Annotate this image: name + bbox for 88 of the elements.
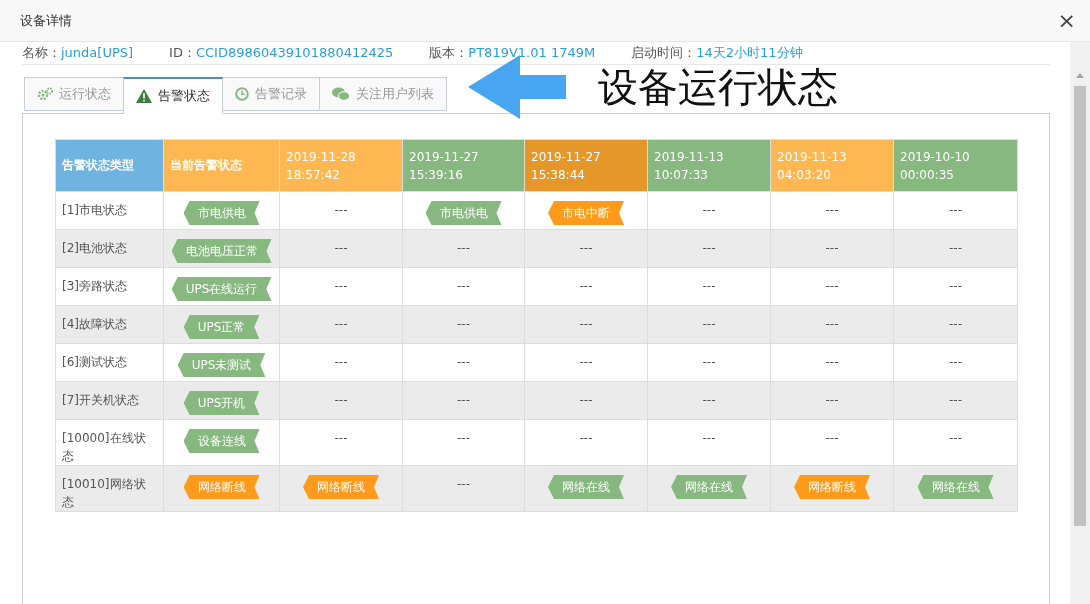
status-tag: 市电供电 bbox=[425, 201, 502, 225]
status-tag: 市电中断 bbox=[548, 201, 624, 225]
table-cell: --- bbox=[279, 229, 403, 268]
table-cell: --- bbox=[893, 191, 1018, 230]
table-cell: --- bbox=[647, 191, 771, 230]
table-cell: --- bbox=[893, 229, 1018, 268]
warning-icon bbox=[136, 89, 152, 103]
status-tag: 电池电压正常 bbox=[171, 239, 272, 263]
table-cell: --- bbox=[770, 267, 894, 306]
row-label: [3]旁路状态 bbox=[55, 267, 164, 306]
table-cell: --- bbox=[402, 305, 525, 344]
status-tag: 设备连线 bbox=[183, 429, 260, 453]
column-header: 2019-11-27 15:39:16 bbox=[402, 139, 525, 192]
row-label: [7]开关机状态 bbox=[55, 381, 164, 420]
column-header: 当前告警状态 bbox=[163, 139, 280, 192]
table-cell: --- bbox=[647, 229, 771, 268]
info-text: 名称：junda[UPS] bbox=[22, 44, 134, 62]
info-text: 启动时间：14天2小时11分钟 bbox=[631, 44, 803, 62]
table-cell: --- bbox=[402, 343, 525, 382]
table-cell: --- bbox=[647, 267, 771, 306]
status-tag: 网络在线 bbox=[917, 475, 994, 499]
status-tag: 网络在线 bbox=[548, 475, 624, 499]
status-tag: UPS在线运行 bbox=[171, 277, 272, 301]
clock-icon bbox=[235, 87, 249, 101]
table-cell: --- bbox=[279, 343, 403, 382]
column-header: 2019-11-13 04:03:20 bbox=[770, 139, 894, 192]
status-tag: 市电供电 bbox=[183, 201, 260, 225]
table-cell: --- bbox=[402, 381, 525, 420]
table-cell: --- bbox=[524, 229, 648, 268]
status-tag: UPS正常 bbox=[183, 315, 260, 339]
row-label: [4]故障状态 bbox=[55, 305, 164, 344]
column-header: 告警状态类型 bbox=[55, 139, 164, 192]
status-tag: UPS开机 bbox=[183, 391, 260, 415]
table-cell: --- bbox=[524, 381, 648, 420]
row-label: [6]测试状态 bbox=[55, 343, 164, 382]
table-cell: --- bbox=[279, 191, 403, 230]
table-cell: --- bbox=[770, 305, 894, 344]
info-text: 版本：PT819V1.01 1749M bbox=[429, 44, 596, 62]
table-cell: --- bbox=[647, 419, 771, 466]
column-header: 2019-11-27 15:38:44 bbox=[524, 139, 648, 192]
arrow-icon bbox=[468, 55, 566, 119]
status-tag: 网络断线 bbox=[794, 475, 870, 499]
table-cell: --- bbox=[647, 343, 771, 382]
table-cell: --- bbox=[770, 229, 894, 268]
table-cell: --- bbox=[524, 305, 648, 344]
table-cell: --- bbox=[402, 267, 525, 306]
table-cell: --- bbox=[770, 343, 894, 382]
row-label: [2]电池状态 bbox=[55, 229, 164, 268]
table-cell: --- bbox=[402, 465, 525, 512]
table-cell: --- bbox=[893, 381, 1018, 420]
table-cell: --- bbox=[279, 381, 403, 420]
table-cell: --- bbox=[893, 419, 1018, 466]
status-tag: 网络断线 bbox=[183, 475, 260, 499]
column-header: 2019-11-28 18:57:42 bbox=[279, 139, 403, 192]
row-label: [10010]网络状态 bbox=[55, 465, 164, 512]
table-cell: --- bbox=[647, 381, 771, 420]
table-cell: --- bbox=[893, 267, 1018, 306]
table-cell: --- bbox=[279, 419, 403, 466]
table-cell: --- bbox=[279, 305, 403, 344]
annotation-text: 设备运行状态 bbox=[598, 62, 838, 112]
table-cell: --- bbox=[402, 229, 525, 268]
table-cell: --- bbox=[770, 381, 894, 420]
column-header: 2019-10-10 00:00:35 bbox=[893, 139, 1018, 192]
tab[interactable]: 告警状态 bbox=[123, 77, 223, 114]
chat-icon bbox=[332, 87, 350, 101]
table-cell: --- bbox=[770, 419, 894, 466]
table-cell: --- bbox=[893, 305, 1018, 344]
table-cell: --- bbox=[524, 419, 648, 466]
table-cell: --- bbox=[524, 343, 648, 382]
status-tag: UPS未测试 bbox=[177, 353, 266, 377]
table-cell: --- bbox=[647, 305, 771, 344]
tab[interactable]: 告警记录 bbox=[222, 77, 320, 111]
tab[interactable]: 运行状态 bbox=[24, 77, 124, 111]
table-cell: --- bbox=[770, 191, 894, 230]
table-cell: --- bbox=[279, 267, 403, 306]
close-button[interactable]: × bbox=[1053, 9, 1080, 32]
status-tag: 网络在线 bbox=[671, 475, 747, 499]
gears-icon bbox=[37, 87, 53, 101]
window-title: 设备详情 bbox=[20, 11, 72, 30]
row-label: [1]市电状态 bbox=[55, 191, 164, 230]
column-header: 2019-11-13 10:07:33 bbox=[647, 139, 771, 192]
row-label: [10000]在线状态 bbox=[55, 419, 164, 466]
table-cell: --- bbox=[402, 419, 525, 466]
status-tag: 网络断线 bbox=[303, 475, 379, 499]
table-cell: --- bbox=[524, 267, 648, 306]
table-cell: --- bbox=[893, 343, 1018, 382]
info-text: ID：CCID89860439101880412425 bbox=[169, 44, 394, 62]
tab[interactable]: 关注用户列表 bbox=[319, 77, 447, 111]
